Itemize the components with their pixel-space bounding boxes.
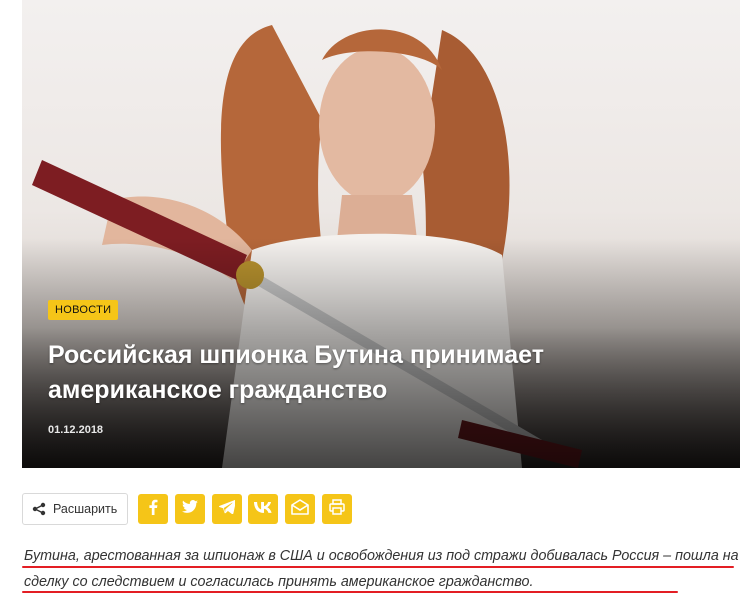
vk-share-button[interactable] — [248, 494, 279, 524]
printer-icon — [328, 498, 345, 520]
article-date: 01.12.2018 — [48, 424, 104, 436]
article-title[interactable]: Российская шпионка Бутина принимает амер… — [48, 338, 720, 408]
highlight-underline-2 — [22, 591, 678, 593]
twitter-share-button[interactable] — [174, 494, 205, 524]
vk-icon — [254, 500, 272, 518]
facebook-share-button[interactable] — [138, 494, 169, 524]
article-lead: Бутина, арестованная за шпионаж в США и … — [24, 548, 739, 590]
print-button[interactable] — [321, 494, 352, 524]
email-share-button[interactable] — [285, 494, 316, 524]
share-button-label: Расшарить — [53, 502, 118, 516]
mail-icon — [291, 498, 309, 520]
share-icon — [32, 502, 46, 516]
highlight-underline-1 — [22, 566, 734, 568]
facebook-icon — [146, 499, 160, 520]
share-button[interactable]: Расшарить — [22, 493, 129, 525]
category-badge[interactable]: Новости — [48, 300, 119, 320]
share-bar: Расшарить — [22, 493, 358, 525]
telegram-share-button[interactable] — [211, 494, 242, 524]
twitter-icon — [181, 499, 198, 519]
hero-image[interactable]: Новости Российская шпионка Бутина приним… — [22, 0, 740, 468]
telegram-icon — [218, 498, 236, 519]
